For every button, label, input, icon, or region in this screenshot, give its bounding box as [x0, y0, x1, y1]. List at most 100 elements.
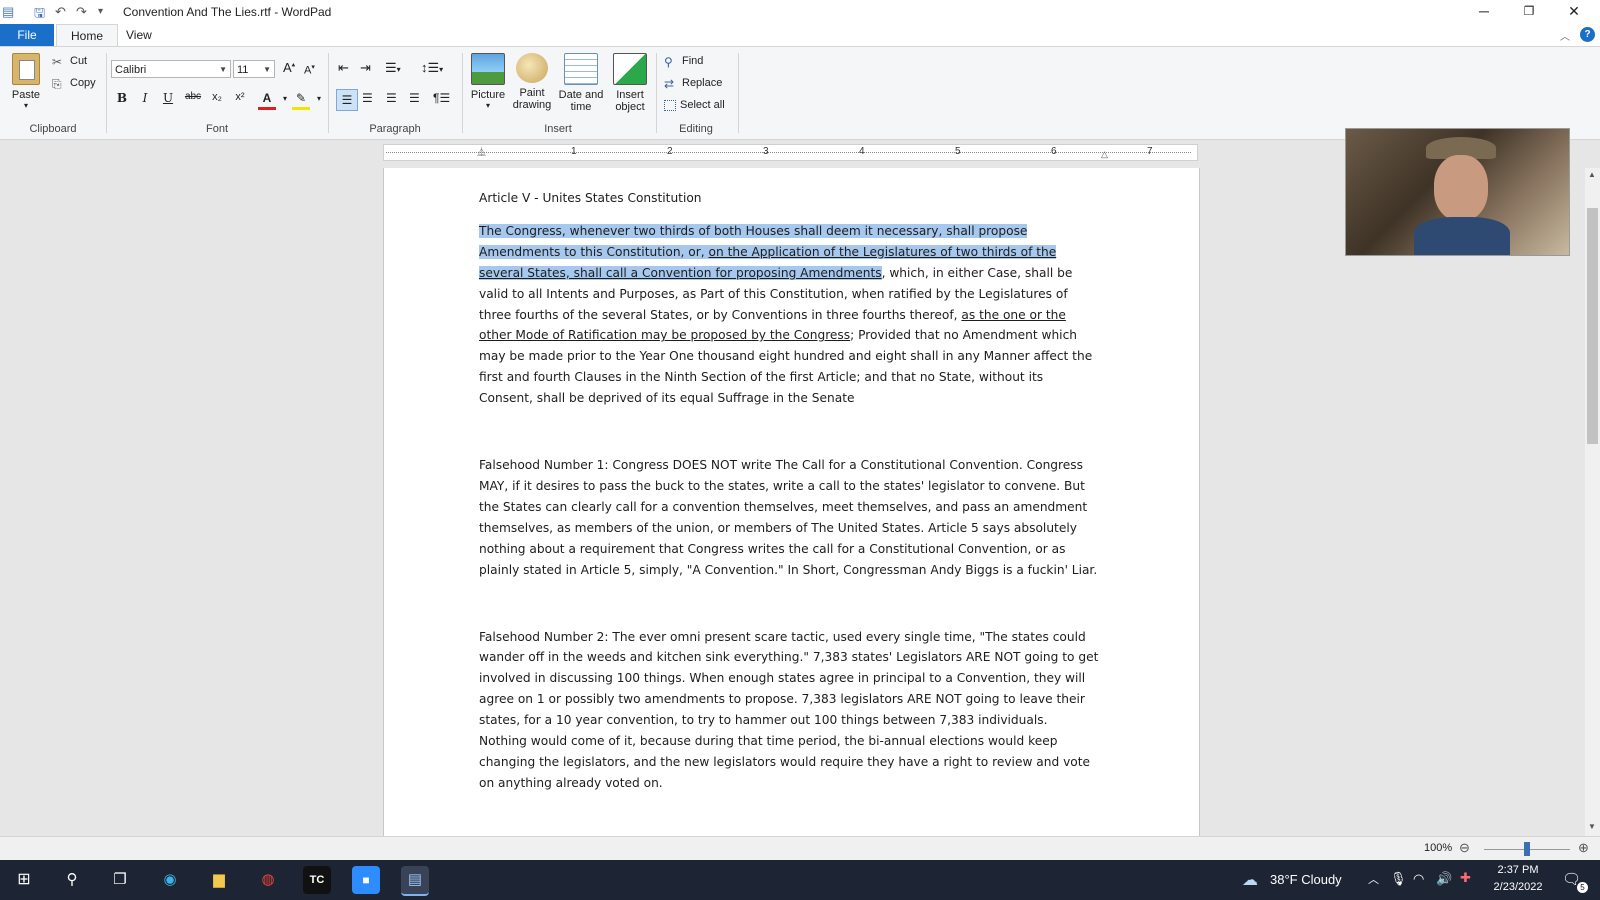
- right-indent-marker-icon[interactable]: △: [1101, 149, 1108, 160]
- date-time-button[interactable]: Date and time: [555, 53, 607, 113]
- line-spacing-icon[interactable]: ↕☰▾: [421, 60, 443, 76]
- microphone-icon[interactable]: 🎙: [1390, 871, 1407, 887]
- ruler[interactable]: ⏅ △ 1 2 3 4 5 6 7: [383, 144, 1198, 161]
- decrease-indent-icon[interactable]: ⇤: [338, 60, 349, 76]
- chevron-down-icon: ▼: [219, 65, 227, 74]
- underline-button[interactable]: U: [159, 91, 177, 105]
- title-bar: ▤ 🖫 ↶ ↷ ▾ Convention And The Lies.rtf - …: [0, 0, 1600, 24]
- cut-button[interactable]: ✂ Cut: [52, 55, 88, 69]
- copy-label: Copy: [70, 77, 96, 89]
- italic-button[interactable]: I: [136, 91, 154, 105]
- strikethrough-button[interactable]: abc: [182, 91, 204, 102]
- redo-icon[interactable]: ↷: [76, 4, 87, 20]
- collapse-ribbon-icon[interactable]: ︿: [1560, 28, 1570, 43]
- replace-icon: ⇄: [664, 77, 675, 92]
- status-bar: 100% ⊖ ⊕: [0, 836, 1600, 861]
- align-center-icon[interactable]: ☰: [362, 91, 373, 105]
- object-icon: [613, 53, 647, 85]
- copy-button[interactable]: ⎘ Copy: [52, 77, 96, 92]
- wifi-icon[interactable]: ◠: [1413, 871, 1424, 887]
- restore-button[interactable]: ❐: [1507, 0, 1551, 24]
- subscript-button[interactable]: x₂: [208, 91, 226, 103]
- zoom-slider-thumb[interactable]: [1524, 842, 1530, 856]
- help-icon[interactable]: ?: [1580, 27, 1595, 42]
- indent-marker-icon[interactable]: ⏅: [477, 145, 486, 158]
- ruler-number: 1: [571, 146, 577, 157]
- paste-icon: [12, 53, 40, 85]
- scrollbar-thumb[interactable]: [1587, 208, 1598, 444]
- scroll-up-icon[interactable]: ▲: [1588, 170, 1596, 179]
- tab-file[interactable]: File: [0, 24, 54, 46]
- chevron-down-icon[interactable]: ▾: [310, 94, 328, 103]
- zoom-meeting-icon[interactable]: ■: [352, 866, 380, 894]
- customize-quick-access-icon[interactable]: ▾: [98, 6, 103, 17]
- file-explorer-icon[interactable]: ▆: [205, 866, 233, 894]
- zoom-out-icon[interactable]: ⊖: [1459, 840, 1470, 856]
- increase-indent-icon[interactable]: ⇥: [360, 60, 371, 76]
- align-left-icon[interactable]: ☰: [336, 89, 358, 111]
- select-all-button[interactable]: Select all: [664, 99, 725, 111]
- shrink-font-button[interactable]: A▾: [304, 63, 315, 77]
- search-icon[interactable]: ⚲: [58, 866, 86, 894]
- replace-button[interactable]: ⇄ Replace: [664, 77, 722, 92]
- save-icon[interactable]: 🖫: [34, 4, 45, 26]
- font-family-select[interactable]: Calibri ▼: [111, 60, 231, 78]
- wordpad-app-icon[interactable]: ▤: [2, 4, 14, 20]
- windows-start-icon[interactable]: ⊞: [10, 866, 38, 894]
- justify-icon[interactable]: ☰: [409, 91, 420, 105]
- chrome-browser-icon[interactable]: ◍: [254, 866, 282, 894]
- calendar-icon: [564, 53, 598, 85]
- tab-home[interactable]: Home: [56, 24, 119, 46]
- weather-text[interactable]: 38°F Cloudy: [1270, 872, 1342, 887]
- grow-font-button[interactable]: A▴: [283, 60, 295, 75]
- minimize-button[interactable]: ─: [1462, 0, 1506, 24]
- task-view-icon[interactable]: ❐: [106, 866, 134, 894]
- highlight-icon[interactable]: ✎: [292, 91, 310, 110]
- undo-icon[interactable]: ↶: [55, 4, 66, 20]
- superscript-button[interactable]: x²: [231, 91, 249, 103]
- edge-browser-icon[interactable]: ◉: [156, 866, 184, 894]
- article-paragraph: The Congress, whenever two thirds of bot…: [479, 221, 1099, 409]
- find-button[interactable]: ⚲ Find: [664, 55, 704, 70]
- bullets-icon[interactable]: ☰▾: [385, 60, 401, 76]
- clock-date[interactable]: 2/23/2022: [1488, 881, 1548, 893]
- ruler-number: 6: [1051, 146, 1057, 157]
- document-body[interactable]: Article V - Unites States Constitution T…: [479, 188, 1099, 794]
- paste-button[interactable]: Paste ▾: [8, 53, 44, 110]
- taskbar: ⊞ ⚲ ❐ ◉ ▆ ◍ TC ■ ▤ ☁ 38°F Cloudy ︿ 🎙 ◠ 🔊…: [0, 860, 1600, 900]
- font-size-select[interactable]: 11 ▼: [233, 60, 275, 78]
- wordpad-taskbar-icon[interactable]: ▤: [401, 866, 429, 896]
- ruler-number: 5: [955, 146, 961, 157]
- zoom-in-icon[interactable]: ⊕: [1578, 840, 1589, 856]
- copy-icon: ⎘: [52, 77, 62, 92]
- clock-time[interactable]: 2:37 PM: [1492, 864, 1544, 876]
- document-page[interactable]: Article V - Unites States Constitution T…: [383, 168, 1200, 836]
- vertical-scrollbar[interactable]: ▲ ▼: [1585, 168, 1600, 836]
- cut-label: Cut: [70, 55, 88, 67]
- ribbon: Paste ▾ ✂ Cut ⎘ Copy Clipboard Calibri ▼ 11…: [0, 46, 1600, 140]
- insert-object-label-line2: object: [615, 101, 645, 113]
- text-color-button[interactable]: A: [258, 91, 276, 110]
- close-button[interactable]: ✕: [1552, 0, 1596, 24]
- tab-view[interactable]: View: [112, 24, 166, 46]
- binoculars-icon: ⚲: [664, 55, 673, 70]
- shirt-shape: [1414, 217, 1510, 255]
- ruler-number: 4: [859, 146, 865, 157]
- select-all-icon: [664, 99, 676, 111]
- techsmith-capture-icon[interactable]: TC: [303, 866, 331, 894]
- paint-label-line1: Paint: [519, 87, 545, 99]
- insert-picture-button[interactable]: Picture ▾: [466, 53, 510, 110]
- chevron-up-icon[interactable]: ︿: [1368, 871, 1379, 887]
- find-label: Find: [682, 55, 704, 67]
- bold-button[interactable]: B: [113, 91, 131, 105]
- insert-object-button[interactable]: Insert object: [606, 53, 654, 113]
- insert-group-label: Insert: [544, 123, 572, 135]
- falsehood-2-paragraph: Falsehood Number 2: The ever omni presen…: [479, 629, 1099, 790]
- paragraph-settings-icon[interactable]: ¶☰: [433, 91, 450, 105]
- webcam-overlay: [1345, 128, 1570, 256]
- scroll-down-icon[interactable]: ▼: [1588, 822, 1596, 831]
- align-right-icon[interactable]: ☰: [386, 91, 397, 105]
- security-icon[interactable]: ✚: [1460, 870, 1471, 886]
- volume-icon[interactable]: 🔊: [1436, 871, 1452, 887]
- paint-drawing-button[interactable]: Paint drawing: [508, 53, 556, 111]
